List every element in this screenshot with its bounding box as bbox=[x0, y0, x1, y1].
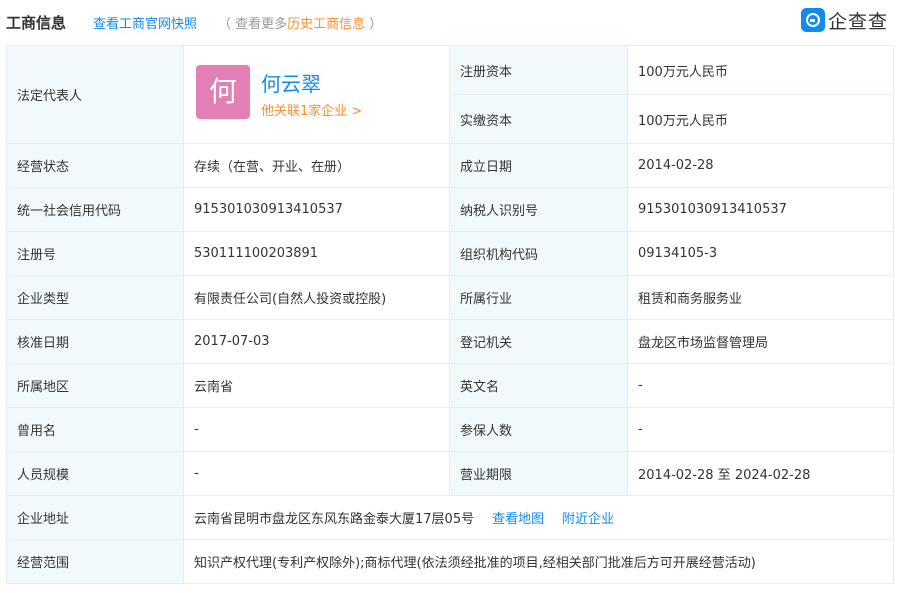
table-row: 统一社会信用代码 915301030913410537 纳税人识别号 91530… bbox=[6, 187, 894, 232]
row-label: 营业期限 bbox=[449, 451, 628, 496]
business-info-table: 法定代表人 何 何云翠 他关联1家企业 > 注册资本 100万元人民币 实缴资本… bbox=[6, 45, 894, 584]
table-row: 经营范围 知识产权代理(专利产权除外);商标代理(依法须经批准的项目,经相关部门… bbox=[6, 539, 894, 584]
row-value: 530111100203891 bbox=[183, 231, 450, 276]
avatar[interactable]: 何 bbox=[196, 65, 250, 119]
row-label: 组织机构代码 bbox=[449, 231, 628, 276]
paid-capital-label: 实缴资本 bbox=[449, 94, 628, 144]
history-info-link[interactable]: 历史工商信息 bbox=[287, 17, 365, 32]
history-info-hint: （ 查看更多历史工商信息 ） bbox=[218, 13, 382, 32]
table-row: 法定代表人 何 何云翠 他关联1家企业 > 注册资本 100万元人民币 bbox=[6, 45, 894, 144]
table-row: 企业类型 有限责任公司(自然人投资或控股) 所属行业 租赁和商务服务业 bbox=[6, 275, 894, 320]
address-label: 企业地址 bbox=[6, 495, 184, 540]
registered-capital-label: 注册资本 bbox=[449, 45, 628, 95]
row-label: 注册号 bbox=[6, 231, 184, 276]
row-value: 有限责任公司(自然人投资或控股) bbox=[183, 275, 450, 320]
row-value: 盘龙区市场监督管理局 bbox=[627, 319, 894, 364]
history-suffix: ） bbox=[365, 17, 383, 32]
row-value: 2017-07-03 bbox=[183, 319, 450, 364]
row-label: 英文名 bbox=[449, 363, 628, 408]
row-label: 参保人数 bbox=[449, 407, 628, 452]
table-row: 人员规模 - 营业期限 2014-02-28 至 2024-02-28 bbox=[6, 451, 894, 496]
official-snapshot-link[interactable]: 查看工商官网快照 bbox=[93, 13, 197, 32]
row-value: - bbox=[183, 451, 450, 496]
legal-rep-cell: 何 何云翠 他关联1家企业 > bbox=[183, 45, 450, 144]
row-label: 企业类型 bbox=[6, 275, 184, 320]
row-value: 2014-02-28 bbox=[627, 143, 894, 188]
row-label: 人员规模 bbox=[6, 451, 184, 496]
row-value: - bbox=[627, 363, 894, 408]
row-label: 所属行业 bbox=[449, 275, 628, 320]
section-header: 工商信息 查看工商官网快照 （ 查看更多历史工商信息 ） 企查查 bbox=[0, 0, 907, 44]
row-label: 曾用名 bbox=[6, 407, 184, 452]
table-row: 所属地区 云南省 英文名 - bbox=[6, 363, 894, 408]
scope-label: 经营范围 bbox=[6, 539, 184, 584]
row-value: 915301030913410537 bbox=[183, 187, 450, 232]
row-value: 云南省 bbox=[183, 363, 450, 408]
history-prefix: （ 查看更多 bbox=[218, 17, 288, 32]
nearby-companies-link[interactable]: 附近企业 bbox=[562, 512, 614, 527]
legal-rep-label: 法定代表人 bbox=[6, 45, 184, 144]
row-value: 915301030913410537 bbox=[627, 187, 894, 232]
view-map-link[interactable]: 查看地图 bbox=[492, 512, 544, 527]
row-label: 成立日期 bbox=[449, 143, 628, 188]
row-value: 09134105-3 bbox=[627, 231, 894, 276]
row-value: 租赁和商务服务业 bbox=[627, 275, 894, 320]
row-label: 登记机关 bbox=[449, 319, 628, 364]
row-label: 经营状态 bbox=[6, 143, 184, 188]
table-row: 注册号 530111100203891 组织机构代码 09134105-3 bbox=[6, 231, 894, 276]
address-text: 云南省昆明市盘龙区东风东路金泰大厦17层05号 bbox=[194, 512, 475, 527]
paid-capital-value: 100万元人民币 bbox=[627, 94, 894, 144]
scope-value: 知识产权代理(专利产权除外);商标代理(依法须经批准的项目,经相关部门批准后方可… bbox=[183, 539, 894, 584]
row-label: 所属地区 bbox=[6, 363, 184, 408]
section-title: 工商信息 bbox=[6, 14, 67, 32]
registered-capital-value: 100万元人民币 bbox=[627, 45, 894, 95]
address-value-cell: 云南省昆明市盘龙区东风东路金泰大厦17层05号 查看地图 附近企业 bbox=[183, 495, 894, 540]
row-label: 统一社会信用代码 bbox=[6, 187, 184, 232]
legal-rep-name[interactable]: 何云翠 bbox=[261, 68, 321, 97]
row-label: 核准日期 bbox=[6, 319, 184, 364]
table-row: 经营状态 存续（在营、开业、在册） 成立日期 2014-02-28 bbox=[6, 143, 894, 188]
qichacha-logo: 企查查 bbox=[801, 7, 888, 33]
table-row: 企业地址 云南省昆明市盘龙区东风东路金泰大厦17层05号 查看地图 附近企业 bbox=[6, 495, 894, 540]
legal-rep-card: 何 何云翠 他关联1家企业 > bbox=[194, 47, 439, 143]
row-value: - bbox=[627, 407, 894, 452]
logo-text: 企查查 bbox=[828, 10, 889, 33]
table-row: 曾用名 - 参保人数 - bbox=[6, 407, 894, 452]
row-value: 存续（在营、开业、在册） bbox=[183, 143, 450, 188]
row-label: 纳税人识别号 bbox=[449, 187, 628, 232]
table-row: 核准日期 2017-07-03 登记机关 盘龙区市场监督管理局 bbox=[6, 319, 894, 364]
row-value: 2014-02-28 至 2024-02-28 bbox=[627, 451, 894, 496]
logo-icon bbox=[801, 8, 825, 32]
related-companies-link[interactable]: 他关联1家企业 > bbox=[261, 100, 362, 119]
row-value: - bbox=[183, 407, 450, 452]
